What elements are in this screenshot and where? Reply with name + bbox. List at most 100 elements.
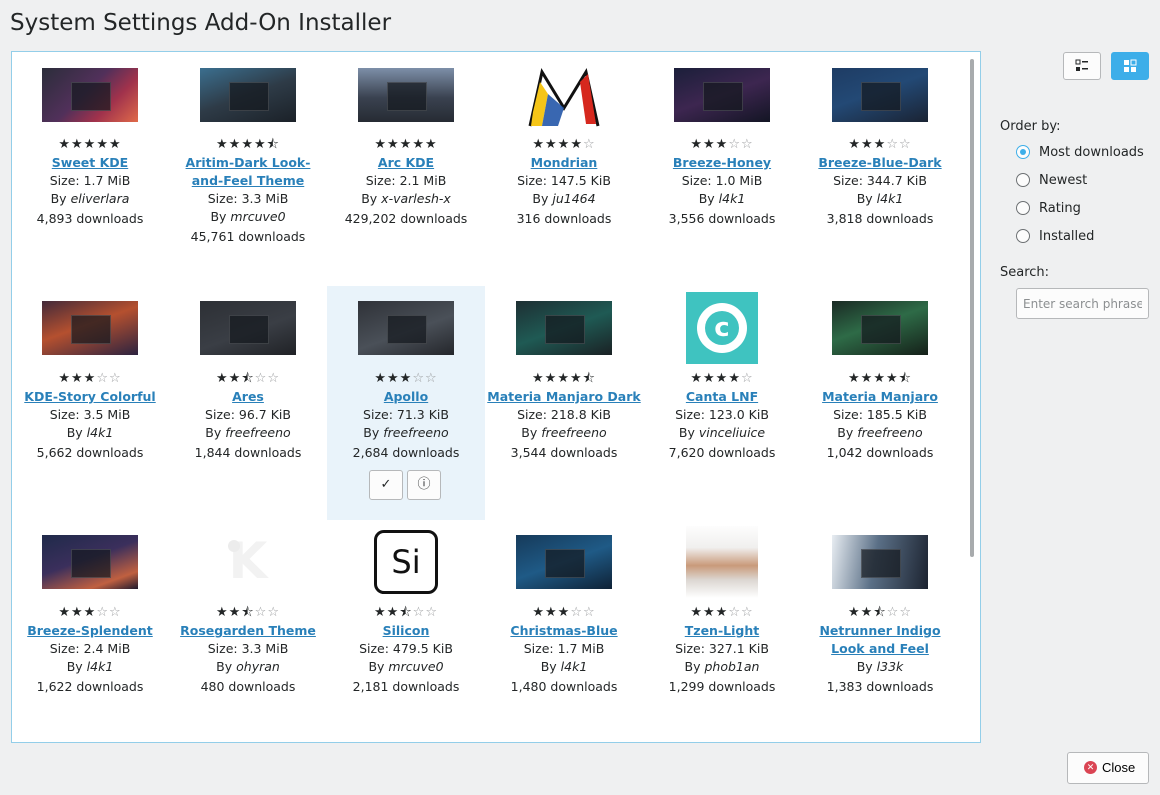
addon-thumbnail[interactable]: [200, 301, 296, 355]
addon-card[interactable]: ★★★☆☆ KDE-Story Colorful Size: 3.5 MiB By l…: [11, 286, 169, 506]
addon-card[interactable]: ★★★☆☆ Tzen-Light Size: 327.1 KiB By phob1an…: [643, 520, 801, 740]
addon-thumbnail[interactable]: [358, 68, 454, 122]
addon-card[interactable]: ★★★☆☆ Apollo Size: 71.3 KiB By freefreeno 2,…: [327, 286, 485, 520]
close-icon: ✕: [1084, 761, 1097, 774]
addon-thumbnail[interactable]: [42, 301, 138, 355]
addon-card[interactable]: ★★★★☆ Mondrian Size: 147.5 KiB By ju1464 316…: [485, 52, 643, 272]
radio-unselected[interactable]: [1016, 173, 1030, 187]
addon-thumbnail[interactable]: c: [686, 292, 758, 364]
addon-size: Size: 123.0 KiB: [675, 407, 769, 422]
addon-thumbnail[interactable]: [200, 68, 296, 122]
radio-unselected[interactable]: [1016, 201, 1030, 215]
addon-thumbnail[interactable]: [674, 68, 770, 122]
addon-thumbnail[interactable]: [832, 301, 928, 355]
addon-downloads: 316 downloads: [516, 211, 612, 226]
addon-name-link[interactable]: Ares: [169, 388, 327, 406]
addon-card[interactable]: ★★⯪☆☆ Ares Size: 96.7 KiB By freefreeno 1,84…: [169, 286, 327, 506]
author-name: l4k1: [86, 659, 114, 674]
addon-size: Size: 344.7 KiB: [833, 173, 927, 188]
addon-card[interactable]: c ★★★★☆ Canta LNF Size: 123.0 KiB By vinceli…: [643, 286, 801, 506]
addon-card[interactable]: ★★★☆☆ Breeze-Honey Size: 1.0 MiB By l4k1 3,5…: [643, 52, 801, 272]
addon-card[interactable]: ★★★☆☆ Breeze-Splendent Size: 2.4 MiB By l4k…: [11, 520, 169, 740]
list-view-button[interactable]: [1063, 52, 1101, 80]
addon-card[interactable]: ★★★★⯪ Aritim-Dark Look-and-Feel Theme Size…: [169, 52, 327, 272]
author-name: freefreeno: [857, 425, 923, 440]
addon-name-link[interactable]: Tzen-Light: [643, 622, 801, 640]
close-button[interactable]: ✕ Close: [1067, 752, 1149, 784]
by-label: By: [368, 659, 385, 674]
addon-card[interactable]: Si ★★⯪☆☆ Silicon Size: 479.5 KiB By mrcuve0 2…: [327, 520, 485, 740]
author-name: l4k1: [876, 191, 904, 206]
addon-downloads: 1,844 downloads: [194, 445, 302, 460]
grid-scrollbar[interactable]: [970, 59, 974, 557]
addon-name-link[interactable]: Sweet KDE: [11, 154, 169, 172]
addon-downloads: 45,761 downloads: [190, 229, 306, 244]
addon-name-link[interactable]: Breeze-Honey: [643, 154, 801, 172]
addon-card[interactable]: ★★★★★ Sweet KDE Size: 1.7 MiB By eliverlara…: [11, 52, 169, 272]
rating-stars: ★★★☆☆: [58, 605, 122, 620]
addon-thumbnail[interactable]: [686, 526, 758, 598]
author-name: ju1464: [552, 191, 596, 206]
addon-thumbnail[interactable]: [358, 301, 454, 355]
addon-thumbnail[interactable]: Si: [374, 530, 438, 594]
install-button[interactable]: ✓: [369, 470, 403, 500]
by-label: By: [66, 659, 83, 674]
addon-thumbnail[interactable]: [516, 301, 612, 355]
addon-thumbnail[interactable]: [516, 535, 612, 589]
addon-name-link[interactable]: Christmas-Blue: [485, 622, 643, 640]
addon-name-link[interactable]: Breeze-Splendent: [11, 622, 169, 640]
addon-thumbnail[interactable]: [832, 535, 928, 589]
addon-downloads: 3,556 downloads: [668, 211, 776, 226]
addon-name-link[interactable]: Apollo: [327, 388, 485, 406]
addon-name-link[interactable]: Rosegarden Theme: [169, 622, 327, 640]
addon-thumbnail[interactable]: [42, 535, 138, 589]
addon-thumbnail[interactable]: [42, 68, 138, 122]
addon-name-link[interactable]: Netrunner Indigo Look and Feel: [807, 622, 953, 658]
details-button[interactable]: ⓘ: [407, 470, 441, 500]
addon-card[interactable]: ★★★☆☆ Breeze-Blue-Dark Size: 344.7 KiB By l…: [801, 52, 959, 272]
radio-unselected[interactable]: [1016, 229, 1030, 243]
addon-name-link[interactable]: Materia Manjaro: [801, 388, 959, 406]
addon-thumbnail[interactable]: [832, 68, 928, 122]
radio-selected[interactable]: [1016, 145, 1030, 159]
addon-thumbnail[interactable]: K: [218, 532, 278, 592]
addon-downloads: 1,042 downloads: [826, 445, 934, 460]
addon-card[interactable]: K ★★⯪☆☆ Rosegarden Theme Size: 3.3 MiB By oh…: [169, 520, 327, 740]
rating-stars: ★★★★☆: [690, 371, 754, 386]
by-label: By: [837, 425, 854, 440]
by-label: By: [521, 425, 538, 440]
author-name: freefreeno: [383, 425, 449, 440]
rating-stars: ★★★☆☆: [690, 137, 754, 152]
rating-stars: ★★★☆☆: [848, 137, 912, 152]
addon-thumbnail[interactable]: [528, 68, 600, 128]
addon-author: By freefreeno: [485, 424, 643, 442]
addon-card[interactable]: ★★★☆☆ Christmas-Blue Size: 1.7 MiB By l4k1 1…: [485, 520, 643, 740]
by-label: By: [698, 191, 715, 206]
addon-author: By freefreeno: [801, 424, 959, 442]
addon-name-link[interactable]: Materia Manjaro Dark: [485, 388, 643, 406]
rating-stars: ★★★☆☆: [532, 605, 596, 620]
addon-downloads: 1,299 downloads: [668, 679, 776, 694]
addon-card[interactable]: ★★★★★ Arc KDE Size: 2.1 MiB By x-varlesh-x 4…: [327, 52, 485, 272]
search-input[interactable]: [1016, 288, 1149, 319]
icon-view-button[interactable]: [1111, 52, 1149, 80]
addon-size: Size: 479.5 KiB: [359, 641, 453, 656]
addon-name-link[interactable]: Silicon: [327, 622, 485, 640]
addon-author: By mrcuve0: [169, 208, 327, 226]
window-title: System Settings Add-On Installer: [10, 10, 392, 36]
addon-name-link[interactable]: Aritim-Dark Look-and-Feel Theme: [178, 154, 318, 190]
rating-stars: ★★⯪☆☆: [848, 605, 912, 620]
addon-name-link[interactable]: Mondrian: [485, 154, 643, 172]
addon-card[interactable]: ★★★★⯪ Materia Manjaro Dark Size: 218.8 KiB…: [485, 286, 643, 506]
addon-card[interactable]: ★★★★⯪ Materia Manjaro Size: 185.5 KiB By fr…: [801, 286, 959, 506]
by-label: By: [50, 191, 67, 206]
addon-size: Size: 2.4 MiB: [49, 641, 131, 656]
addon-name-link[interactable]: Breeze-Blue-Dark: [801, 154, 959, 172]
by-label: By: [66, 425, 83, 440]
addon-name-link[interactable]: Canta LNF: [643, 388, 801, 406]
author-name: l33k: [876, 659, 904, 674]
addon-name-link[interactable]: KDE-Story Colorful: [11, 388, 169, 406]
addon-card[interactable]: ★★⯪☆☆ Netrunner Indigo Look and Feel By l3…: [801, 520, 959, 740]
order-by-label: Order by:: [1000, 119, 1061, 134]
addon-name-link[interactable]: Arc KDE: [327, 154, 485, 172]
